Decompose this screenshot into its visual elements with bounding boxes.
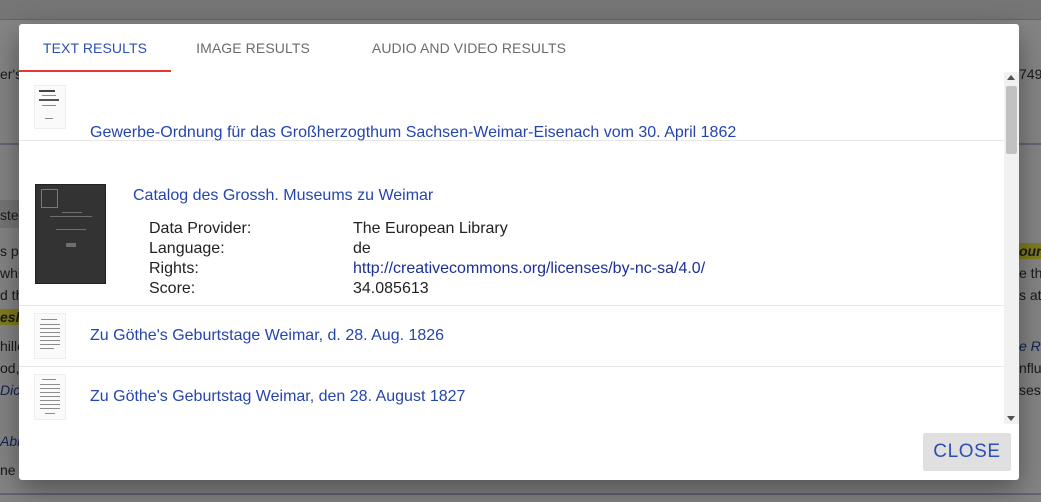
result-item: Gewerbe-Ordnung für das Großherzogthum S… [19, 72, 1004, 141]
result-title-link[interactable]: Zu Göthe's Geburtstag Weimar, den 28. Au… [90, 388, 465, 406]
score-value: 34.085613 [353, 280, 429, 297]
result-thumbnail[interactable] [35, 184, 106, 284]
result-item: Zu Göthe's Geburtstag Weimar, den 28. Au… [19, 367, 1004, 424]
tab-text-results[interactable]: TEXT RESULTS [19, 24, 171, 72]
results-list: Gewerbe-Ordnung für das Großherzogthum S… [19, 72, 1004, 424]
result-title-link[interactable]: Zu Göthe's Geburtstage Weimar, d. 28. Au… [90, 327, 444, 345]
rights-label: Rights: [149, 260, 199, 277]
scroll-down-icon[interactable] [1007, 416, 1015, 421]
data-provider-value: The European Library [353, 220, 508, 237]
scrollbar-thumb[interactable] [1006, 86, 1017, 154]
language-label: Language: [149, 240, 225, 257]
result-item: Zu Göthe's Geburtstage Weimar, d. 28. Au… [19, 306, 1004, 367]
result-thumbnail[interactable] [35, 86, 65, 128]
tab-image-results[interactable]: IMAGE RESULTS [171, 24, 335, 72]
scroll-up-icon[interactable] [1007, 75, 1015, 80]
result-title-link[interactable]: Gewerbe-Ordnung für das Großherzogthum S… [90, 124, 736, 142]
score-label: Score: [149, 280, 196, 297]
result-title-link[interactable]: Catalog des Grossh. Museums zu Weimar [133, 187, 433, 205]
result-thumbnail[interactable] [35, 314, 65, 358]
close-button[interactable]: CLOSE [923, 433, 1011, 471]
language-value: de [353, 240, 371, 257]
results-tabs: TEXT RESULTS IMAGE RESULTS AUDIO AND VID… [19, 24, 1019, 72]
result-item-expanded: Catalog des Grossh. Museums zu Weimar Da… [19, 165, 1004, 306]
rights-link[interactable]: http://creativecommons.org/licenses/by-n… [353, 260, 705, 278]
results-scrollbar[interactable] [1004, 72, 1019, 424]
data-provider-label: Data Provider: [149, 220, 252, 237]
tab-audio-video-results[interactable]: AUDIO AND VIDEO RESULTS [335, 24, 603, 72]
result-thumbnail[interactable] [35, 375, 65, 419]
search-results-dialog: TEXT RESULTS IMAGE RESULTS AUDIO AND VID… [19, 24, 1019, 480]
